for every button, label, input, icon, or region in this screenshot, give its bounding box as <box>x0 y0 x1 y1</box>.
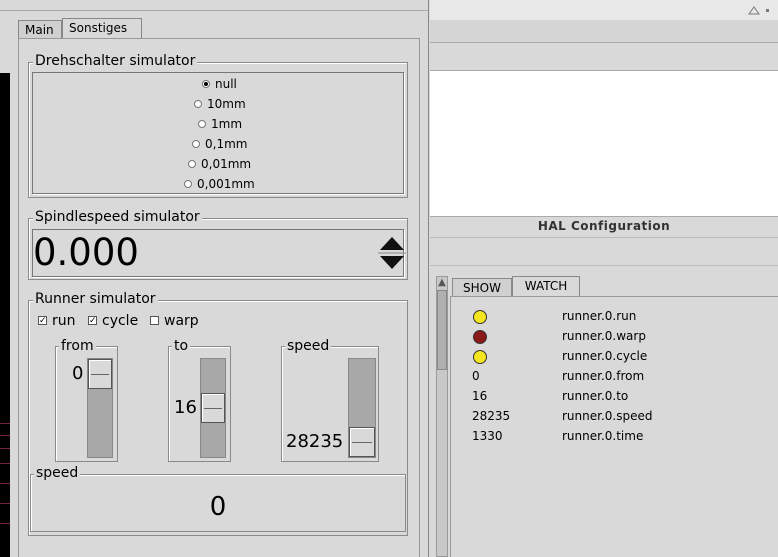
checkbox-box-icon[interactable]: ✓ <box>88 315 97 325</box>
pin-name: runner.0.cycle <box>562 349 648 363</box>
checkbox-cycle[interactable]: ✓ cycle <box>88 313 138 329</box>
window-controls-icon[interactable] <box>748 4 774 16</box>
radio-dot-icon[interactable] <box>188 159 196 168</box>
to-value: 16 <box>174 397 197 418</box>
right-window-toolbar <box>430 20 778 43</box>
hal-configuration-title: HAL Configuration <box>537 219 671 233</box>
hal-separator-2 <box>430 265 778 266</box>
pin-value: 28235 <box>472 409 511 423</box>
speed-slider-thumb[interactable] <box>349 427 375 457</box>
pin-name: runner.0.from <box>562 369 645 383</box>
speed-slider-label: speed <box>285 338 332 354</box>
tab-sonstiges[interactable]: Sonstiges <box>62 18 142 38</box>
pin-name: runner.0.speed <box>562 409 653 423</box>
pin-led-icon <box>473 330 487 344</box>
speed-slider-value: 28235 <box>286 431 344 452</box>
pin-led-icon <box>473 310 487 324</box>
speed-display-value: 0 <box>209 492 227 522</box>
background-canvas-strip <box>0 73 10 557</box>
right-window-content-area <box>430 70 778 217</box>
pin-value: 1330 <box>472 429 503 443</box>
spindlespeed-value: 0.000 <box>33 231 139 274</box>
pin-led-icon <box>473 350 487 364</box>
radio-option-label: 1mm <box>211 117 243 131</box>
radio-option-label: 0,01mm <box>201 157 252 171</box>
radio-option[interactable]: 0,01mm <box>188 157 251 171</box>
pin-name: runner.0.to <box>562 389 629 403</box>
menu-dots-icon[interactable] <box>766 9 769 12</box>
radio-option-label: 0,1mm <box>205 137 248 151</box>
from-slider-thumb[interactable] <box>88 359 112 389</box>
checkbox-run[interactable]: ✓ run <box>38 313 76 329</box>
tab-main-label: Main <box>25 23 54 37</box>
hal-separator <box>430 237 778 238</box>
radio-dot-icon[interactable] <box>194 99 202 108</box>
checkbox-label: cycle <box>102 313 139 329</box>
checkbox-box-icon[interactable]: ✓ <box>38 315 47 325</box>
radio-dot-icon[interactable] <box>202 79 210 88</box>
pin-name: runner.0.run <box>562 309 637 323</box>
shade-icon[interactable] <box>748 6 760 15</box>
spin-up-icon[interactable] <box>380 237 404 250</box>
speed-display-label: speed <box>34 465 81 481</box>
radio-option-label: 10mm <box>207 97 246 111</box>
tab-show-label: SHOW <box>463 281 501 295</box>
tab-watch-label: WATCH <box>524 279 568 293</box>
radio-dot-icon[interactable] <box>192 139 200 148</box>
spin-arrows-icon <box>378 237 406 269</box>
radio-option-label: null <box>215 77 237 91</box>
radio-option[interactable]: 0,001mm <box>184 177 255 191</box>
radio-option[interactable]: 0,1mm <box>192 137 247 151</box>
tab-watch[interactable]: WATCH <box>512 276 580 296</box>
tab-main[interactable]: Main <box>18 20 62 38</box>
spindlespeed-title: Spindlespeed simulator <box>33 209 202 225</box>
radio-dot-icon[interactable] <box>184 179 192 188</box>
radio-option-label: 0,001mm <box>197 177 255 191</box>
checkbox-box-icon[interactable] <box>150 315 159 325</box>
tab-sonstiges-label: Sonstiges <box>69 21 128 35</box>
radio-option[interactable]: 1mm <box>198 117 242 131</box>
right-window-titlebar <box>430 0 778 21</box>
pin-value: 0 <box>472 369 480 383</box>
drehschalter-title: Drehschalter simulator <box>33 53 198 69</box>
pin-name: runner.0.warp <box>562 329 646 343</box>
runner-title: Runner simulator <box>33 291 158 307</box>
spindlespeed-spinner[interactable] <box>378 232 406 274</box>
from-value: 0 <box>72 363 84 384</box>
radio-option[interactable]: null <box>202 77 237 91</box>
tree-scrollbar-thumb[interactable] <box>437 290 447 370</box>
radio-dot-icon[interactable] <box>198 119 206 128</box>
spin-down-icon[interactable] <box>380 256 404 269</box>
checkbox-label: run <box>52 313 76 329</box>
window-separator <box>0 10 428 11</box>
pin-name: runner.0.time <box>562 429 644 443</box>
pin-value: 16 <box>472 389 488 403</box>
checkbox-label: warp <box>164 313 199 329</box>
to-label: to <box>172 338 191 354</box>
radio-option[interactable]: 10mm <box>194 97 246 111</box>
to-slider-thumb[interactable] <box>201 393 225 423</box>
from-label: from <box>59 338 96 354</box>
tab-show[interactable]: SHOW <box>452 278 512 296</box>
scroll-up-icon[interactable]: ▲ <box>437 277 447 289</box>
checkbox-warp[interactable]: warp <box>150 313 199 329</box>
